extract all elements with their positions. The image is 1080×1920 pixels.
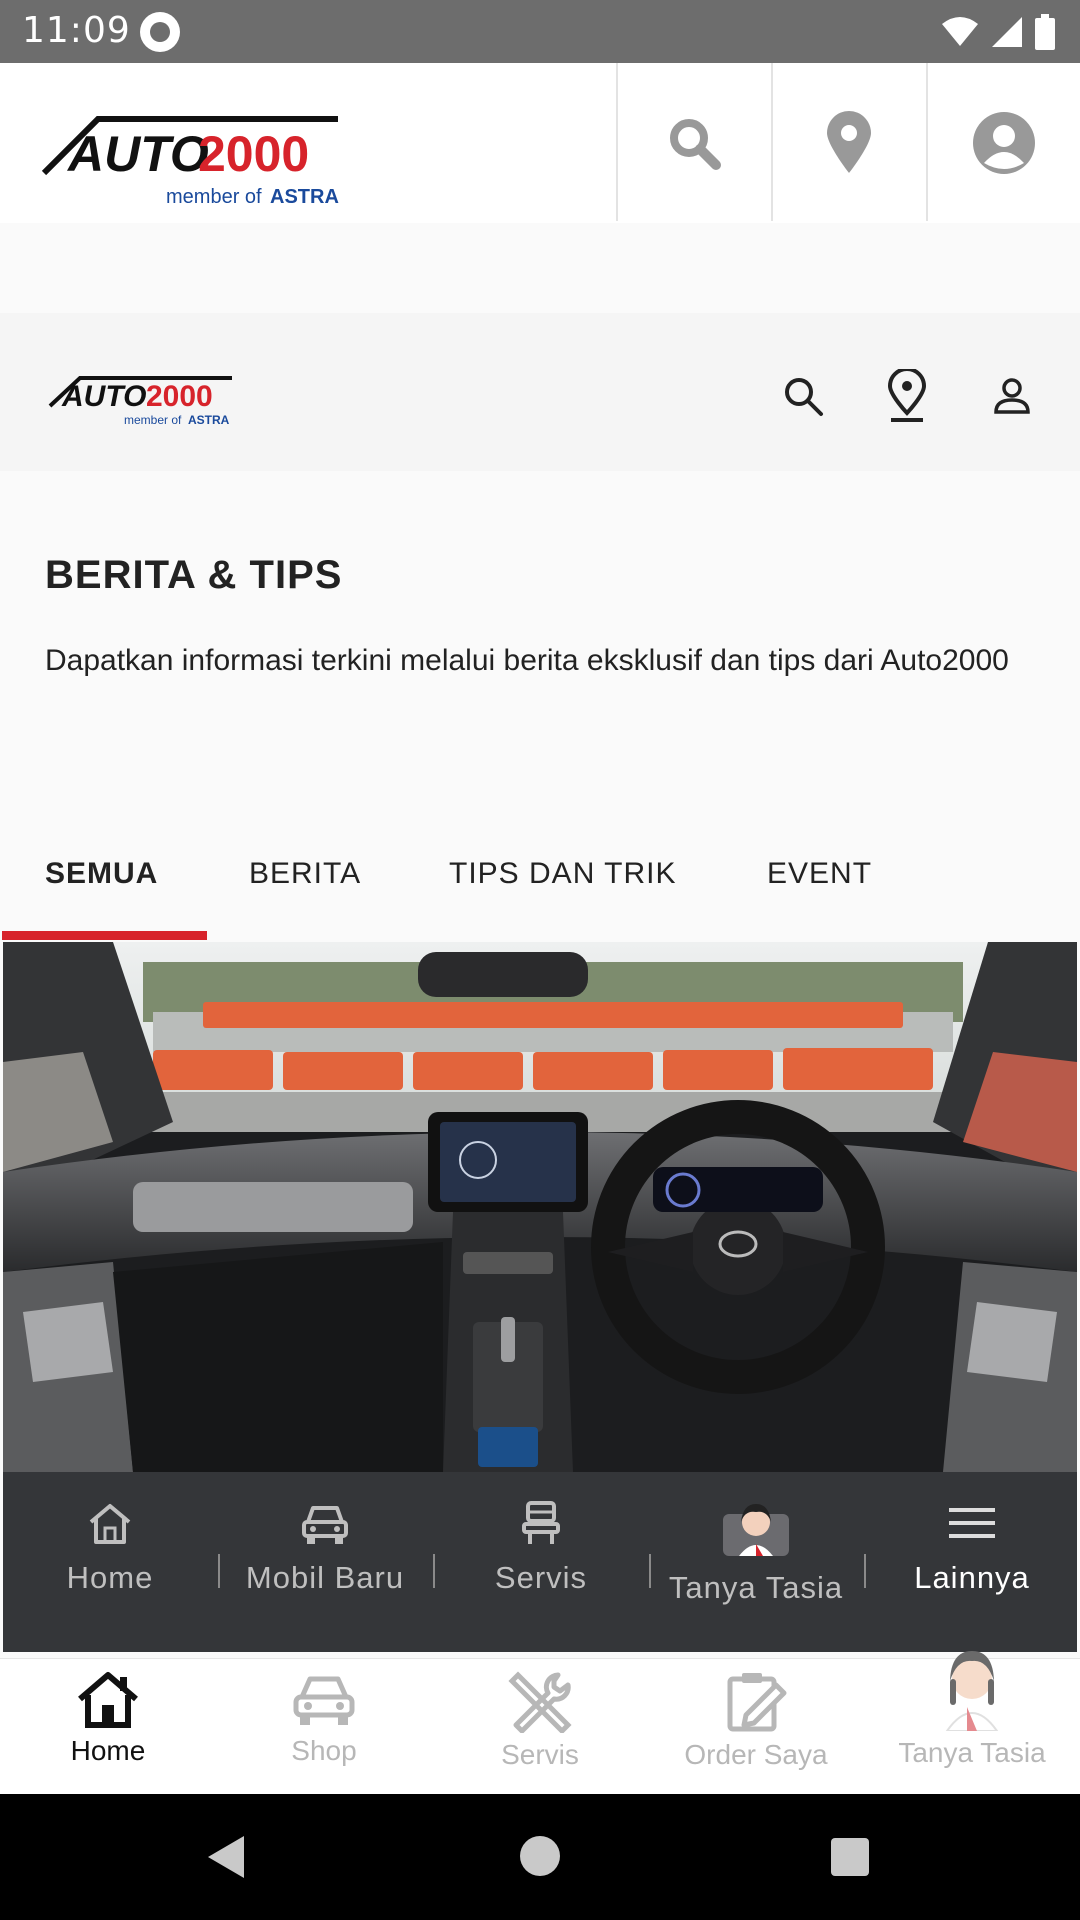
header-divider [616, 63, 618, 221]
recent-apps-icon[interactable] [831, 1838, 869, 1876]
web-nav-servis[interactable]: Servis [441, 1500, 641, 1630]
seat-icon [522, 1501, 560, 1544]
status-bar: 11:09 [0, 0, 1080, 63]
location-pin-icon [827, 111, 871, 173]
web-content: AUTO 2000 member of ASTRA BERITA & TIPS … [0, 223, 1080, 1658]
category-tabs: SEMUA BERITA TIPS DAN TRIK EVENT [0, 823, 1080, 943]
app-bottom-nav: Home Shop Servis Order Saya Tanya Tasia [0, 1651, 1080, 1794]
home-circle-icon[interactable] [520, 1836, 560, 1876]
web-nav-lainnya-label: Lainnya [914, 1560, 1030, 1595]
status-icons [940, 12, 1056, 52]
web-location-button[interactable] [882, 368, 932, 424]
app-nav-shop[interactable]: Shop [216, 1671, 432, 1791]
web-nav-tanya-tasia-label: Tanya Tasia [668, 1570, 844, 1605]
system-nav-bar [0, 1794, 1080, 1920]
app-nav-order-saya-label: Order Saya [684, 1739, 828, 1770]
page-subtitle: Dapatkan informasi terkini melalui berit… [45, 644, 1009, 677]
web-nav-home[interactable]: Home [10, 1500, 210, 1630]
app-nav-order-saya[interactable]: Order Saya [648, 1671, 864, 1791]
notification-app-icon [140, 12, 180, 52]
web-header: AUTO 2000 member of ASTRA [0, 313, 1080, 471]
web-nav-mobil-baru[interactable]: Mobil Baru [225, 1500, 425, 1630]
search-icon [670, 119, 721, 170]
location-pin-icon [887, 369, 927, 422]
auto2000-logo[interactable]: AUTO 2000 member of ASTRA [38, 103, 348, 213]
svg-text:AUTO: AUTO [66, 126, 209, 182]
app-header: AUTO 2000 member of ASTRA [0, 63, 1080, 223]
app-nav-home[interactable]: Home [0, 1671, 216, 1791]
web-nav-lainnya[interactable]: Lainnya [872, 1500, 1072, 1630]
web-nav-servis-label: Servis [494, 1560, 588, 1595]
account-icon [994, 378, 1030, 414]
back-icon[interactable] [206, 1834, 246, 1880]
svg-text:2000: 2000 [146, 380, 213, 413]
svg-text:ASTRA: ASTRA [188, 413, 230, 427]
header-divider [771, 63, 773, 221]
svg-text:AUTO: AUTO [61, 380, 146, 413]
tab-tips-dan-trik[interactable]: TIPS DAN TRIK [449, 857, 676, 891]
web-nav-home-label: Home [66, 1560, 154, 1595]
account-icon [973, 112, 1035, 174]
assistant-avatar-icon [723, 1504, 789, 1556]
header-search-button[interactable] [659, 103, 729, 183]
tools-icon [508, 1671, 572, 1733]
status-time: 11:09 [22, 10, 131, 51]
svg-text:member of: member of [124, 413, 182, 427]
web-nav-separator [864, 1554, 866, 1588]
home-icon [89, 1504, 131, 1544]
web-account-button[interactable] [987, 368, 1037, 424]
web-nav-separator [649, 1554, 651, 1588]
auto2000-logo-small[interactable]: AUTO 2000 member of ASTRA [48, 368, 238, 430]
tab-event[interactable]: EVENT [767, 857, 872, 891]
article-hero-image[interactable] [3, 942, 1077, 1472]
header-divider [926, 63, 928, 221]
web-search-button[interactable] [778, 368, 828, 424]
app-nav-home-label: Home [70, 1735, 146, 1766]
search-icon [785, 378, 823, 416]
car-icon [293, 1676, 355, 1725]
app-nav-tanya-tasia-label: Tanya Tasia [898, 1737, 1046, 1768]
app-nav-tanya-tasia[interactable]: Tanya Tasia [864, 1651, 1080, 1791]
cellular-signal-icon [992, 17, 1022, 47]
home-icon [78, 1672, 138, 1728]
menu-icon [949, 1508, 995, 1538]
wifi-icon [942, 17, 978, 46]
web-nav-tanya-tasia[interactable]: Tanya Tasia [656, 1500, 856, 1630]
page-title: BERITA & TIPS [45, 553, 343, 597]
header-account-button[interactable] [969, 103, 1039, 183]
tab-semua[interactable]: SEMUA [45, 857, 158, 891]
svg-text:2000: 2000 [198, 126, 309, 182]
app-nav-servis-label: Servis [501, 1739, 579, 1770]
assistant-avatar-icon [945, 1651, 999, 1731]
tab-berita[interactable]: BERITA [249, 857, 361, 891]
header-location-button[interactable] [814, 103, 884, 183]
app-nav-servis[interactable]: Servis [432, 1671, 648, 1791]
web-nav-separator [433, 1554, 435, 1588]
svg-text:member of: member of [166, 186, 262, 208]
active-tab-indicator [2, 931, 207, 940]
order-icon [727, 1673, 787, 1732]
battery-icon [1035, 14, 1055, 50]
app-nav-shop-label: Shop [291, 1735, 357, 1766]
car-interior-image [3, 942, 1077, 1472]
web-nav-mobil-baru-label: Mobil Baru [245, 1560, 405, 1595]
web-nav-separator [218, 1554, 220, 1588]
car-icon [302, 1506, 348, 1544]
svg-text:ASTRA: ASTRA [270, 186, 339, 208]
web-bottom-nav: Home Mobil Baru Servis Tanya Tasia Lainn… [3, 1472, 1077, 1652]
